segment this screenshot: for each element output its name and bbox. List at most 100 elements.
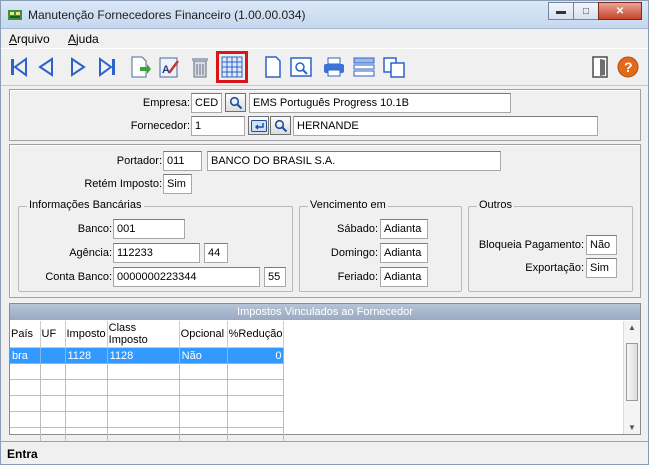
column-header-reducao[interactable]: %Redução [227, 321, 285, 348]
details-panel: Portador: 011 BANCO DO BRASIL S.A. Retém… [9, 144, 641, 298]
banco-field[interactable]: 001 [113, 219, 185, 239]
agencia-digit-field[interactable]: 44 [204, 243, 228, 263]
fornecedor-field[interactable]: 1 [191, 116, 245, 136]
taxes-table: País UF Imposto Class Imposto Opcional %… [10, 321, 285, 444]
svg-text:A: A [162, 64, 170, 76]
portador-code-field[interactable]: 011 [163, 151, 202, 171]
close-icon: ✕ [615, 5, 625, 17]
cell-class-imposto[interactable]: 1128 [107, 347, 180, 364]
sabado-label: Sábado: [337, 223, 378, 235]
retem-imposto-label: Retém Imposto: [84, 178, 162, 190]
menu-arquivo[interactable]: Arquivo [9, 32, 50, 46]
column-header-uf[interactable]: UF [40, 321, 66, 348]
toolbar: A ? [1, 48, 648, 86]
exit-icon [592, 56, 608, 78]
portador-description: BANCO DO BRASIL S.A. [207, 151, 501, 171]
cell-opcional[interactable]: Não [179, 347, 228, 364]
list-settings-icon [353, 57, 375, 77]
delete-record-button[interactable] [187, 54, 213, 80]
column-header-imposto[interactable]: Imposto [65, 321, 108, 348]
close-button[interactable]: ✕ [598, 2, 642, 20]
column-header-pais[interactable]: País [10, 321, 41, 348]
table-row[interactable] [10, 411, 285, 428]
cell-pais[interactable]: bra [10, 347, 41, 364]
feriado-label: Feriado: [337, 271, 378, 283]
bloqueia-pagamento-label: Bloqueia Pagamento: [478, 239, 584, 251]
blank-page-button[interactable] [260, 54, 286, 80]
minimize-icon: ▬ [556, 5, 566, 17]
bank-info-title: Informações Bancárias [27, 199, 144, 211]
scroll-thumb[interactable] [626, 343, 638, 401]
table-row[interactable]: bra 1128 1128 Não 0 [10, 347, 285, 364]
vencimento-group: Vencimento em Sábado: Adianta Domingo: A… [299, 199, 462, 292]
domingo-label: Domingo: [330, 247, 378, 259]
conta-banco-field[interactable]: 0000000223344 [113, 267, 260, 287]
copy-button[interactable] [381, 54, 407, 80]
table-row[interactable] [10, 363, 285, 380]
taxes-grid: Impostos Vinculados ao Fornecedor País U… [9, 303, 641, 444]
menu-bar: Arquivo Ajuda [1, 29, 648, 47]
column-header-class-imposto[interactable]: Class Imposto [107, 321, 180, 348]
calendar-grid-button[interactable] [216, 51, 248, 83]
title-bar: Manutenção Fornecedores Financeiro (1.00… [1, 1, 648, 29]
list-settings-button[interactable] [351, 54, 377, 80]
agencia-field[interactable]: 112233 [113, 243, 200, 263]
scroll-up-icon[interactable]: ▲ [628, 323, 636, 332]
exportacao-label: Exportação: [525, 262, 584, 274]
header-panel: Empresa: CED EMS Português Progress 10.1… [9, 89, 641, 141]
table-row[interactable] [10, 379, 285, 396]
help-button[interactable]: ? [615, 54, 641, 80]
delete-icon [192, 58, 208, 78]
search-icon [274, 119, 287, 132]
table-row[interactable] [10, 395, 285, 412]
new-record-button[interactable] [126, 54, 152, 80]
next-icon [71, 57, 86, 77]
svg-text:?: ? [624, 59, 633, 75]
cell-imposto[interactable]: 1128 [65, 347, 108, 364]
last-icon [99, 57, 115, 77]
prev-icon [38, 57, 53, 77]
menu-ajuda[interactable]: Ajuda [68, 32, 99, 46]
banco-label: Banco: [77, 223, 112, 235]
cell-reducao[interactable]: 0 [227, 347, 285, 364]
next-record-button[interactable] [65, 54, 91, 80]
zoom-button[interactable] [288, 54, 314, 80]
cell-uf[interactable] [40, 347, 66, 364]
exit-button[interactable] [587, 54, 613, 80]
empresa-search-button[interactable] [225, 93, 246, 112]
fornecedor-label: Fornecedor: [130, 120, 190, 132]
main-window: Manutenção Fornecedores Financeiro (1.00… [0, 0, 649, 465]
bank-info-group: Informações Bancárias Banco: 001 Agência… [18, 199, 293, 292]
minimize-button[interactable]: ▬ [548, 2, 574, 20]
edit-icon: A [159, 57, 179, 78]
outros-group: Outros Bloqueia Pagamento: Não Exportaçã… [468, 199, 633, 292]
fornecedor-search-button[interactable] [270, 116, 291, 135]
empresa-label: Empresa: [142, 97, 190, 109]
grid-title: Impostos Vinculados ao Fornecedor [10, 304, 640, 320]
outros-title: Outros [477, 199, 515, 211]
print-button[interactable] [321, 54, 347, 80]
vencimento-title: Vencimento em [308, 199, 388, 211]
bloqueia-pagamento-field[interactable]: Não [586, 235, 617, 255]
scroll-down-icon[interactable]: ▼ [628, 423, 636, 432]
grid-vertical-scrollbar[interactable]: ▲ ▼ [623, 321, 640, 434]
maximize-button[interactable]: □ [573, 2, 599, 20]
sabado-field[interactable]: Adianta [380, 219, 428, 239]
last-record-button[interactable] [94, 54, 120, 80]
first-record-button[interactable] [6, 54, 32, 80]
empresa-field[interactable]: CED [191, 93, 222, 113]
feriado-field[interactable]: Adianta [380, 267, 428, 287]
column-header-opcional[interactable]: Opcional [179, 321, 228, 348]
enter-icon [250, 119, 267, 132]
maximize-icon: □ [582, 5, 590, 17]
exportacao-field[interactable]: Sim [586, 258, 617, 278]
agencia-label: Agência: [69, 247, 112, 259]
first-icon [11, 57, 27, 77]
prev-record-button[interactable] [33, 54, 59, 80]
retem-imposto-field[interactable]: Sim [163, 174, 192, 194]
edit-record-button[interactable]: A [156, 54, 182, 80]
fornecedor-enter-button[interactable] [248, 116, 269, 135]
conta-digit-field[interactable]: 55 [264, 267, 286, 287]
fornecedor-description: HERNANDE [293, 116, 598, 136]
domingo-field[interactable]: Adianta [380, 243, 428, 263]
